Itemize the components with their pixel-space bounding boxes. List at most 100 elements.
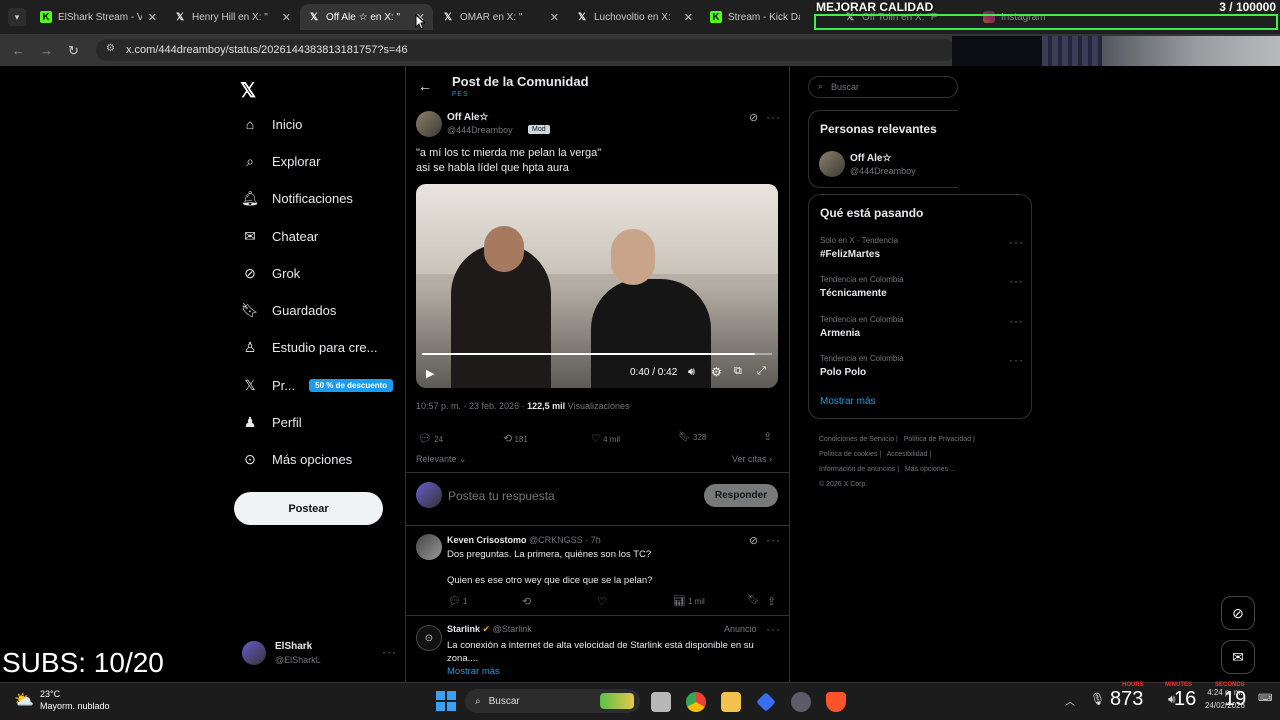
notification-icon[interactable]: ⌨ bbox=[1258, 693, 1272, 704]
starlink-logo[interactable]: ⊙ bbox=[416, 625, 442, 651]
repost-icon[interactable]: ⟲ bbox=[522, 595, 531, 608]
close-icon[interactable]: ✕ bbox=[684, 11, 693, 24]
avatar[interactable] bbox=[416, 534, 442, 560]
footer-link[interactable]: Accesibilidad bbox=[887, 451, 928, 458]
community-name[interactable]: FES bbox=[452, 91, 469, 98]
more-icon[interactable]: ··· bbox=[1009, 235, 1024, 249]
browser-tab[interactable]: K Stream - Kick Das bbox=[702, 4, 808, 30]
view-quotes-link[interactable]: Ver citas › bbox=[732, 454, 772, 464]
fullscreen-icon[interactable]: ⤢ bbox=[757, 365, 766, 378]
weather-widget[interactable]: ⛅ 23°C Mayorm. nublado bbox=[14, 688, 124, 716]
trend-item[interactable]: Solo en X · Tendencia #FelizMartes bbox=[820, 236, 1020, 260]
browser-tab[interactable]: 𝕏 OMAR en X: " ✕ bbox=[434, 4, 567, 30]
sidebar-item-chatear[interactable]: ✉ Chatear bbox=[242, 228, 318, 244]
reply-action[interactable]: 💬︎ 1 bbox=[448, 596, 467, 607]
footer-link[interactable]: Condiciones de Servicio bbox=[819, 436, 894, 443]
share-icon[interactable]: ⇪ bbox=[763, 430, 772, 443]
views-action[interactable]: 📊︎ 1 mil bbox=[673, 596, 705, 607]
post-button[interactable]: Postear bbox=[234, 492, 383, 525]
settings-icon[interactable]: ⚙ bbox=[711, 365, 722, 379]
reply-author[interactable]: Keven Crisostomo bbox=[447, 535, 527, 545]
bookmark-action[interactable]: 🔖︎ 328 bbox=[678, 432, 706, 443]
brave-icon[interactable] bbox=[826, 692, 846, 712]
footer-link[interactable]: Más opciones ... bbox=[905, 466, 956, 473]
more-icon[interactable]: ··· bbox=[766, 110, 781, 124]
back-icon[interactable]: ← bbox=[12, 43, 25, 58]
browser-tab[interactable]: 𝕏 Luchovoltio en X: ✕ bbox=[568, 4, 701, 30]
avatar[interactable] bbox=[416, 111, 442, 137]
post-handle[interactable]: @444Dreamboy bbox=[447, 125, 513, 135]
trend-item[interactable]: Tendencia en Colombia Técnicamente bbox=[820, 275, 1020, 299]
post-author[interactable]: Off Ale☆ bbox=[447, 112, 488, 123]
grok-float-button[interactable]: ⊘ bbox=[1221, 596, 1255, 630]
file-explorer-icon[interactable] bbox=[721, 692, 741, 712]
trend-item[interactable]: Tendencia en Colombia Armenia bbox=[820, 315, 1020, 339]
reply-button[interactable]: Responder bbox=[704, 484, 778, 507]
pip-icon[interactable]: ⧉ bbox=[734, 365, 742, 378]
back-arrow-icon[interactable]: ← bbox=[418, 78, 432, 94]
browser-tab[interactable]: 𝕏 Henry Hill en X: " ✕ bbox=[166, 4, 299, 30]
repost-action[interactable]: ⟲ 181 bbox=[503, 432, 528, 445]
share-icon[interactable]: ⇪ bbox=[767, 595, 776, 608]
reply-action[interactable]: 💬︎ 24 bbox=[418, 432, 443, 445]
volume-icon[interactable]: 🔊︎ bbox=[688, 366, 695, 379]
trend-item[interactable]: Tendencia en Colombia Polo Polo bbox=[820, 354, 1020, 378]
sidebar-item-notificaciones[interactable]: 🔔︎ Notificaciones bbox=[241, 190, 353, 206]
forward-icon[interactable]: → bbox=[40, 43, 53, 58]
play-icon[interactable]: ▶ bbox=[426, 367, 434, 380]
close-icon[interactable]: ✕ bbox=[282, 11, 291, 24]
reply-handle[interactable]: @CRKNGSS · 7h bbox=[529, 535, 601, 545]
sidebar-item-explorar[interactable]: ⌕ Explorar bbox=[242, 153, 320, 169]
sidebar-item-grok[interactable]: ⊘ Grok bbox=[242, 265, 300, 281]
sidebar-item-estudio[interactable]: ♙ Estudio para cre... bbox=[242, 339, 378, 355]
ad-handle[interactable]: @Starlink bbox=[493, 624, 532, 634]
video-player[interactable]: ▶ 0:40 / 0:42 🔊︎ ⚙ ⧉ ⤢ bbox=[416, 184, 778, 388]
task-view-icon[interactable] bbox=[651, 692, 671, 712]
bookmark-icon[interactable]: 🔖︎ bbox=[747, 595, 760, 606]
heart-icon[interactable]: ♡ bbox=[597, 595, 607, 608]
address-bar[interactable]: ⚙ x.com/444dreamboy/status/2026144383813… bbox=[96, 39, 956, 61]
grok-icon[interactable]: ⊘ bbox=[749, 534, 758, 547]
person-name[interactable]: Off Ale☆ bbox=[850, 153, 891, 164]
sidebar-item-mas-opciones[interactable]: ⊙ Más opciones bbox=[242, 451, 352, 467]
taskbar-search[interactable]: ⌕ Buscar bbox=[465, 689, 640, 713]
sidebar-item-perfil[interactable]: ♟ Perfil bbox=[242, 414, 302, 430]
site-info-icon[interactable]: ⚙ bbox=[106, 43, 115, 54]
microphone-icon[interactable]: 🎙︎ bbox=[1090, 692, 1105, 706]
avatar[interactable] bbox=[819, 151, 845, 177]
account-switcher[interactable]: ElShark @ElSharkL ··· bbox=[242, 639, 396, 669]
browser-tab-active[interactable]: 𝕏 Off Ale ☆ en X: " ✕ bbox=[300, 4, 433, 30]
show-more-link[interactable]: Mostrar más bbox=[447, 666, 500, 677]
person-handle[interactable]: @444Dreamboy bbox=[850, 166, 916, 176]
tab-search-button[interactable]: ▾ bbox=[8, 8, 26, 26]
more-icon[interactable]: ··· bbox=[1009, 314, 1024, 328]
close-icon[interactable]: ✕ bbox=[148, 11, 157, 24]
chrome-icon[interactable] bbox=[686, 692, 706, 712]
reload-icon[interactable]: ↻ bbox=[68, 43, 79, 59]
messages-float-button[interactable]: ✉ bbox=[1221, 640, 1255, 674]
like-action[interactable]: ♡ 4 mil bbox=[591, 432, 620, 445]
sidebar-item-premium[interactable]: 𝕏 Pr... 50 % de descuento bbox=[242, 377, 394, 393]
sidebar-item-inicio[interactable]: ⌂ Inicio bbox=[242, 116, 303, 132]
discord-icon[interactable] bbox=[791, 692, 811, 712]
show-hidden-icons[interactable]: ︿ bbox=[1065, 693, 1075, 708]
video-progress-track[interactable] bbox=[422, 353, 772, 355]
more-icon[interactable]: ··· bbox=[766, 533, 781, 547]
footer-link[interactable]: Información de anuncios bbox=[819, 466, 895, 473]
more-icon[interactable]: ··· bbox=[1009, 274, 1024, 288]
footer-link[interactable]: Política de Privacidad bbox=[904, 436, 971, 443]
show-more-link[interactable]: Mostrar más bbox=[820, 396, 876, 407]
close-icon[interactable]: ✕ bbox=[550, 11, 559, 24]
sort-dropdown[interactable]: Relevante ⌄ bbox=[416, 454, 467, 465]
sidebar-item-guardados[interactable]: 🔖︎ Guardados bbox=[241, 302, 336, 318]
x-logo[interactable]: 𝕏 bbox=[240, 78, 256, 103]
grok-icon[interactable]: ⊘ bbox=[749, 111, 758, 124]
start-button[interactable] bbox=[436, 691, 456, 711]
search-input[interactable]: ⌕ Buscar bbox=[808, 76, 958, 98]
clock[interactable]: 4:24 p. m. 24/02/2026 bbox=[1196, 688, 1254, 710]
footer-link[interactable]: Política de cookies bbox=[819, 451, 877, 458]
more-icon[interactable]: ··· bbox=[1009, 353, 1024, 367]
ad-author[interactable]: Starlink bbox=[447, 624, 480, 634]
more-icon[interactable]: ··· bbox=[766, 622, 781, 636]
reply-input[interactable]: Postea tu respuesta bbox=[448, 489, 688, 503]
